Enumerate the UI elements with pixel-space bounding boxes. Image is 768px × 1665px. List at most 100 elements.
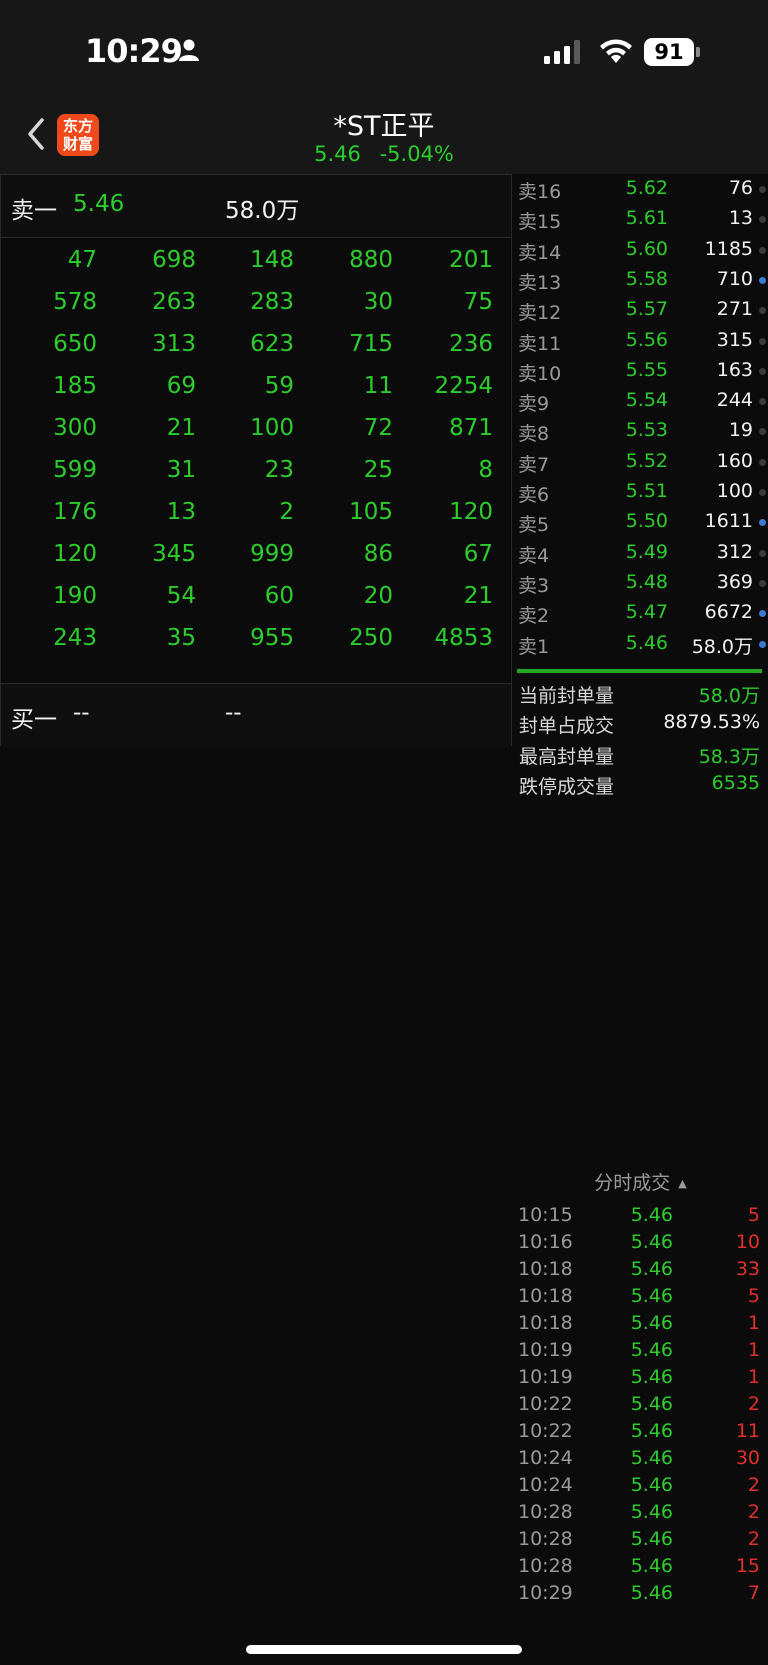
- trade-row: 10:22 5.46 11: [513, 1418, 768, 1445]
- trade-volume: 2: [747, 1501, 760, 1523]
- queue-cell: 8: [478, 457, 493, 483]
- queue-cell: 25: [363, 457, 393, 483]
- trade-price: 5.46: [630, 1528, 673, 1550]
- trade-time: 10:22: [518, 1393, 573, 1415]
- level-price: 5.53: [625, 419, 668, 442]
- order-book-row[interactable]: 卖6 5.51 100: [513, 477, 768, 507]
- trade-time: 10:19: [518, 1366, 573, 1388]
- sort-up-icon[interactable]: ▲: [678, 1177, 686, 1190]
- trade-row: 10:28 5.46 2: [513, 1526, 768, 1553]
- queue-cell: 313: [152, 331, 196, 357]
- queue-cell: 578: [53, 289, 97, 315]
- trade-price: 5.46: [630, 1231, 673, 1253]
- queue-cell: 698: [152, 247, 196, 273]
- order-book-row[interactable]: 卖16 5.62 76: [513, 174, 768, 204]
- order-book-row[interactable]: 卖2 5.47 6672: [513, 598, 768, 628]
- trade-row: 10:18 5.46 5: [513, 1283, 768, 1310]
- queue-cell: 4853: [434, 625, 493, 651]
- level-volume: 369: [716, 570, 753, 593]
- trade-row: 10:28 5.46 15: [513, 1553, 768, 1580]
- trade-price: 5.46: [630, 1582, 673, 1604]
- trade-time: 10:29: [518, 1582, 573, 1604]
- trade-price: 5.46: [630, 1312, 673, 1334]
- trade-time: 10:22: [518, 1420, 573, 1442]
- trade-price: 5.46: [630, 1285, 673, 1307]
- level-label: 卖13: [518, 271, 562, 294]
- trade-price: 5.46: [630, 1258, 673, 1280]
- level-label: 卖14: [518, 241, 562, 264]
- trade-row: 10:19 5.46 1: [513, 1364, 768, 1391]
- level-dot-icon: [759, 276, 766, 284]
- level-dot-icon: [759, 428, 766, 436]
- queue-cell: 35: [166, 625, 196, 651]
- stat-value: 6535: [711, 771, 760, 794]
- order-book-row[interactable]: 卖7 5.52 160: [513, 447, 768, 477]
- order-book-row[interactable]: 卖1 5.46 58.0万: [513, 629, 768, 659]
- trades-header[interactable]: 分时成交 ▲: [513, 1168, 768, 1198]
- home-indicator[interactable]: [246, 1645, 522, 1654]
- queue-cell: 72: [363, 415, 393, 441]
- level-volume: 100: [716, 480, 753, 502]
- queue-cell: 86: [363, 541, 393, 567]
- stat-label: 跌停成交量: [519, 775, 615, 798]
- order-book-divider: [517, 669, 762, 673]
- trade-price: 5.46: [630, 1366, 673, 1388]
- queue-cell: 13: [166, 499, 196, 525]
- level-label: 卖16: [518, 181, 562, 203]
- level-volume: 315: [716, 328, 753, 351]
- trade-time: 10:28: [518, 1528, 573, 1550]
- order-book-row[interactable]: 卖9 5.54 244: [513, 386, 768, 416]
- queue-cell: 263: [152, 289, 196, 315]
- queue-grid: 47 698 148 880 201 578 263 283 30 75 650 313 623 715 2…: [1, 237, 511, 683]
- order-book-row[interactable]: 卖11 5.56 315: [513, 326, 768, 356]
- order-book-row[interactable]: 卖12 5.57 271: [513, 295, 768, 325]
- level-label: 卖11: [518, 332, 562, 355]
- level-dot-icon: [759, 549, 766, 557]
- level-volume: 1185: [704, 237, 753, 260]
- queue-cell: 999: [250, 541, 294, 567]
- queue-cell: 176: [53, 499, 97, 525]
- battery-indicator: 91: [644, 38, 700, 66]
- trade-row: 10:18 5.46 33: [513, 1256, 768, 1283]
- level-dot-icon: [759, 246, 766, 254]
- level-label: 卖12: [518, 302, 562, 325]
- trade-volume: 5: [747, 1285, 760, 1307]
- queue-cell: 31: [166, 457, 196, 483]
- trade-volume: 33: [735, 1258, 760, 1280]
- level-price: 5.51: [625, 480, 668, 502]
- queue-cell: 30: [363, 289, 393, 315]
- queue-cell: 100: [250, 415, 294, 441]
- trade-time: 10:18: [518, 1258, 573, 1280]
- sell-one-queue-panel: 卖一 5.46 58.0万 47 698 148 880 201 578 263 283 30 7…: [0, 174, 512, 746]
- order-book-row[interactable]: 卖5 5.50 1611: [513, 507, 768, 537]
- queue-cell: 11: [363, 373, 393, 399]
- trade-volume: 30: [735, 1447, 760, 1469]
- order-book-row[interactable]: 卖3 5.48 369: [513, 568, 768, 598]
- buy-one-label: 买一: [11, 707, 57, 733]
- level-dot-icon: [759, 398, 766, 406]
- order-book-row[interactable]: 卖8 5.53 19: [513, 416, 768, 446]
- trade-volume: 1: [747, 1339, 760, 1361]
- level-price: 5.49: [625, 540, 668, 563]
- order-book-row[interactable]: 卖4 5.49 312: [513, 538, 768, 568]
- order-book-row[interactable]: 卖13 5.58 710: [513, 265, 768, 295]
- level-price: 5.50: [625, 510, 668, 533]
- buy-one-row[interactable]: 买一 -- --: [1, 683, 511, 746]
- sell-one-row[interactable]: 卖一 5.46 58.0万: [1, 175, 511, 238]
- order-book-row[interactable]: 卖15 5.61 13: [513, 204, 768, 234]
- trade-time: 10:16: [518, 1231, 573, 1253]
- order-book-row[interactable]: 卖14 5.60 1185: [513, 235, 768, 265]
- sell-one-label: 卖一: [11, 198, 57, 224]
- queue-cell: 54: [166, 583, 196, 609]
- level-label: 卖10: [518, 362, 562, 385]
- order-book-row[interactable]: 卖10 5.55 163: [513, 356, 768, 386]
- queue-cell: 2254: [434, 373, 493, 399]
- queue-cell: 283: [250, 289, 294, 315]
- wifi-icon: [600, 39, 632, 63]
- queue-cell: 715: [349, 331, 393, 357]
- stock-quote: 5.46 -5.04%: [0, 142, 768, 166]
- level-label: 卖4: [518, 544, 550, 567]
- stat-label: 封单占成交: [519, 715, 615, 738]
- level-volume: 58.0万: [691, 635, 753, 658]
- level-volume: 312: [716, 540, 753, 563]
